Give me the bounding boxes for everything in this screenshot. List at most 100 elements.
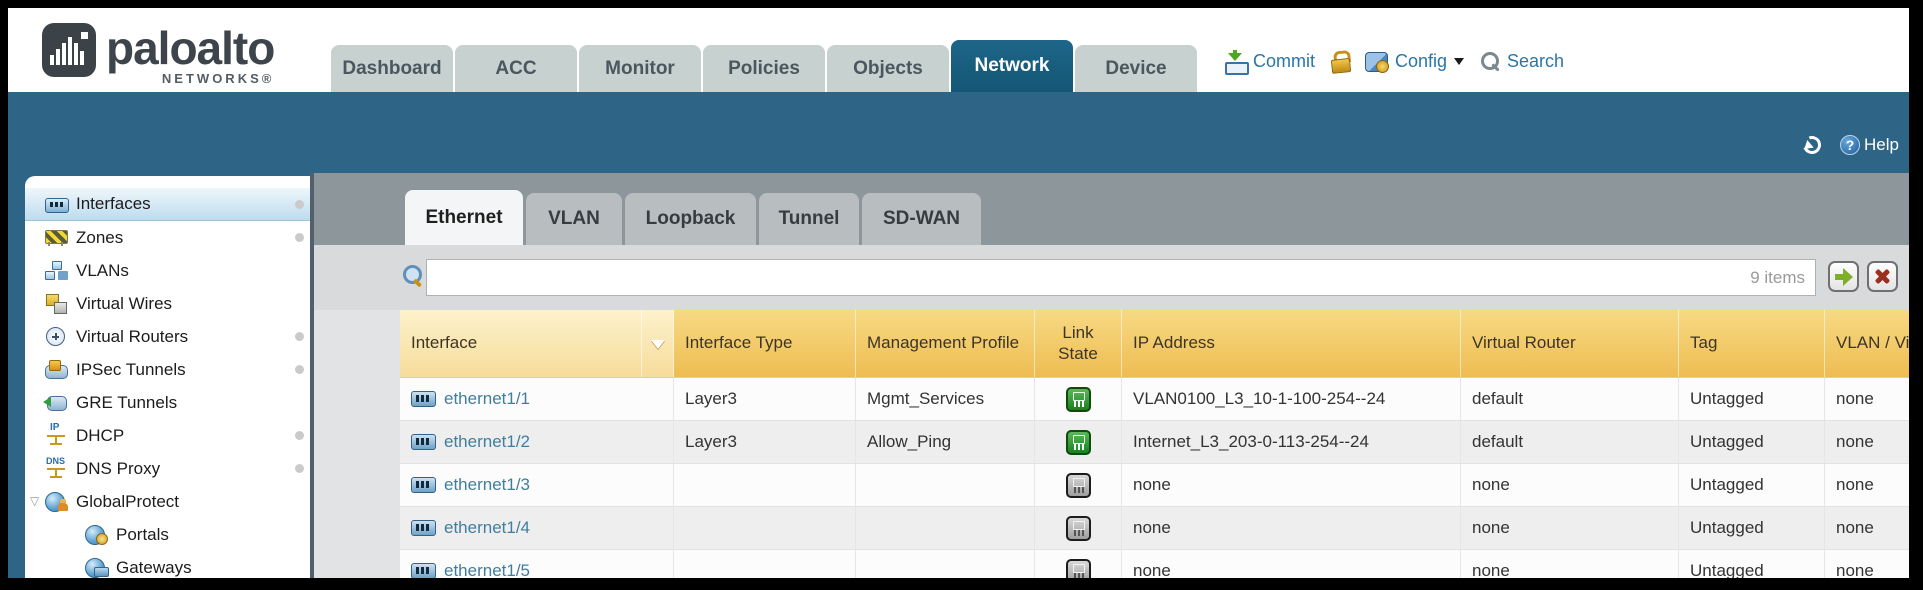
cell-virtual-router: default [1461, 378, 1679, 420]
sidebar-item-portals[interactable]: Portals [25, 518, 310, 551]
col-tag[interactable]: Tag [1679, 310, 1825, 377]
subtab-ethernet[interactable]: Ethernet [405, 190, 523, 245]
cell-tag: Untagged [1679, 507, 1825, 549]
zones-barrier-icon [45, 228, 67, 247]
filter-input[interactable] [427, 260, 1815, 295]
ipsec-tunnel-lock-icon [45, 360, 67, 379]
interface-link[interactable]: ethernet1/5 [444, 561, 530, 578]
help-icon [1840, 135, 1860, 155]
lock-icon[interactable] [1330, 50, 1350, 72]
cell-management-profile: Mgmt_Services [856, 378, 1035, 420]
brand-name: paloalto [106, 23, 274, 73]
cell-virtual-router: none [1461, 507, 1679, 549]
tab-policies[interactable]: Policies [703, 45, 825, 92]
global-search-button[interactable]: Search [1480, 51, 1564, 72]
cell-vlan-virtual-wire: none [1825, 464, 1909, 506]
table-row[interactable]: ethernet1/1 Layer3 Mgmt_Services VLAN010… [400, 378, 1909, 421]
clear-filter-button[interactable] [1867, 261, 1898, 292]
cell-virtual-router: default [1461, 421, 1679, 463]
col-interface[interactable]: Interface [400, 310, 642, 377]
globalprotect-globe-user-icon [45, 492, 67, 511]
ethernet-interface-icon [411, 563, 436, 578]
link-state-up-icon [1066, 430, 1091, 455]
col-virtual-router[interactable]: Virtual Router [1461, 310, 1679, 377]
subtab-loopback[interactable]: Loopback [625, 193, 756, 245]
tab-device[interactable]: Device [1075, 45, 1197, 92]
cell-tag: Untagged [1679, 550, 1825, 578]
virtual-router-icon [45, 327, 67, 346]
sidebar-item-interfaces[interactable]: Interfaces [25, 188, 310, 221]
cell-ip-address: none [1122, 507, 1461, 549]
dns-proxy-icon [45, 459, 67, 478]
sidebar-item-virtual-wires[interactable]: Virtual Wires [25, 287, 310, 320]
top-header: paloalto NETWORKS® Dashboard ACC Monitor… [8, 8, 1909, 92]
link-state-down-icon [1066, 559, 1091, 579]
cell-management-profile [856, 464, 1035, 506]
main-content: Ethernet VLAN Loopback Tunnel SD-WAN 9 i… [314, 173, 1909, 578]
sidebar-item-gre-tunnels[interactable]: GRE Tunnels [25, 386, 310, 419]
sidebar-item-virtual-routers[interactable]: Virtual Routers [25, 320, 310, 353]
col-ip-address[interactable]: IP Address [1122, 310, 1461, 377]
dhcp-ip-icon [45, 426, 67, 445]
filter-toolbar: 9 items [314, 245, 1909, 310]
config-menu-button[interactable]: Config [1365, 51, 1464, 72]
expander-triangle-icon[interactable] [30, 494, 39, 508]
cell-interface-type [674, 464, 856, 506]
status-dot [295, 431, 304, 440]
cell-tag: Untagged [1679, 421, 1825, 463]
tab-objects[interactable]: Objects [827, 45, 949, 92]
sidebar-item-vlans[interactable]: VLANs [25, 254, 310, 287]
search-label: Search [1507, 51, 1564, 72]
tab-dashboard[interactable]: Dashboard [331, 45, 453, 92]
filter-magnifier-icon[interactable] [402, 265, 422, 287]
sidebar-item-gateways[interactable]: Gateways [25, 551, 310, 578]
sidebar-item-globalprotect[interactable]: GlobalProtect [25, 485, 310, 518]
header-actions: Commit Config Search [1224, 44, 1564, 78]
cell-management-profile [856, 507, 1035, 549]
refresh-icon[interactable] [1802, 135, 1822, 155]
col-link-state[interactable]: Link State [1035, 310, 1122, 377]
sidebar-item-dhcp[interactable]: DHCP [25, 419, 310, 452]
cell-management-profile [856, 550, 1035, 578]
apply-filter-button[interactable] [1828, 261, 1859, 292]
subtab-vlan[interactable]: VLAN [526, 193, 622, 245]
table-row[interactable]: ethernet1/2 Layer3 Allow_Ping Internet_L… [400, 421, 1909, 464]
sidebar-item-zones[interactable]: Zones [25, 221, 310, 254]
col-interface-type[interactable]: Interface Type [674, 310, 856, 377]
tab-acc[interactable]: ACC [455, 45, 577, 92]
interface-link[interactable]: ethernet1/1 [444, 389, 530, 409]
interface-link[interactable]: ethernet1/3 [444, 475, 530, 495]
commit-button[interactable]: Commit [1224, 50, 1315, 72]
status-dot [295, 365, 304, 374]
interface-type-tabs: Ethernet VLAN Loopback Tunnel SD-WAN [314, 173, 1909, 245]
cell-tag: Untagged [1679, 464, 1825, 506]
interface-link[interactable]: ethernet1/4 [444, 518, 530, 538]
cell-tag: Untagged [1679, 378, 1825, 420]
panos-web-ui: paloalto NETWORKS® Dashboard ACC Monitor… [8, 8, 1909, 578]
tab-monitor[interactable]: Monitor [579, 45, 701, 92]
ethernet-interface-icon [411, 434, 436, 450]
cell-ip-address: none [1122, 464, 1461, 506]
tab-network[interactable]: Network [951, 40, 1073, 92]
cell-virtual-router: none [1461, 464, 1679, 506]
sidebar-item-dns-proxy[interactable]: DNS Proxy [25, 452, 310, 485]
filter-input-wrap: 9 items [426, 259, 1816, 296]
help-label: Help [1864, 135, 1899, 155]
sidebar-item-ipsec-tunnels[interactable]: IPSec Tunnels [25, 353, 310, 386]
table-row[interactable]: ethernet1/3 none none Untagged none [400, 464, 1909, 507]
subtab-sdwan[interactable]: SD-WAN [862, 193, 981, 245]
column-sort-button[interactable] [642, 310, 674, 377]
table-header-row: Interface Interface Type Management Prof… [400, 310, 1909, 378]
interface-link[interactable]: ethernet1/2 [444, 432, 530, 452]
subtab-tunnel[interactable]: Tunnel [759, 193, 859, 245]
col-management-profile[interactable]: Management Profile [856, 310, 1035, 377]
help-button[interactable]: Help [1840, 135, 1899, 155]
col-vlan-virtual-wire[interactable]: VLAN / Virtual Wire [1825, 310, 1909, 377]
table-row[interactable]: ethernet1/4 none none Untagged none [400, 507, 1909, 550]
cell-vlan-virtual-wire: none [1825, 550, 1909, 578]
items-count: 9 items [1750, 268, 1805, 288]
cell-management-profile: Allow_Ping [856, 421, 1035, 463]
table-row[interactable]: ethernet1/5 none none Untagged none [400, 550, 1909, 578]
cell-ip-address: Internet_L3_203-0-113-254--24 [1122, 421, 1461, 463]
status-dot [295, 332, 304, 341]
